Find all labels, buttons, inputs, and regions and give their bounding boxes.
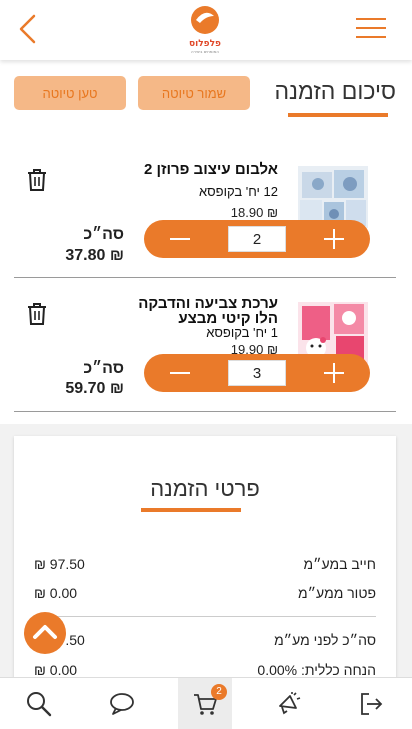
plus-icon[interactable] bbox=[324, 229, 344, 249]
nav-search[interactable] bbox=[12, 678, 66, 729]
product-pack-size: 12 יח' בקופסא bbox=[198, 184, 278, 199]
chat-icon bbox=[110, 693, 134, 715]
detail-label: פטור ממע״מ bbox=[298, 585, 376, 601]
product-image[interactable] bbox=[298, 166, 368, 228]
product-unit-price: ₪ 18.90 bbox=[230, 205, 278, 220]
load-draft-button[interactable]: טען טיוטה bbox=[14, 76, 126, 110]
line-total-value: ₪ 59.70 bbox=[65, 380, 124, 397]
back-button[interactable] bbox=[16, 14, 40, 44]
page-title: סיכום הזמנה bbox=[274, 78, 396, 104]
detail-label: סה״כ לפני מע״מ bbox=[274, 632, 376, 648]
quantity-stepper bbox=[144, 220, 370, 258]
cart-item: אלבום עיצוב פרוזן 2 12 יח' בקופסא ₪ 18.9… bbox=[14, 148, 396, 278]
main-content: סיכום הזמנה שמור טיוטה טען טיוטה אלבום ע… bbox=[0, 60, 412, 677]
line-total-label: סה״כ bbox=[83, 360, 124, 377]
order-details-underline bbox=[141, 508, 241, 512]
quantity-stepper bbox=[144, 354, 370, 392]
svg-text:פלפלוס: פלפלוס bbox=[189, 39, 221, 49]
chevron-up-icon bbox=[33, 625, 57, 639]
page-title-area: סיכום הזמנה bbox=[274, 78, 396, 105]
line-total-label: סה״כ bbox=[83, 226, 124, 243]
back-arrow-icon bbox=[19, 14, 36, 44]
menu-icon bbox=[356, 18, 388, 38]
detail-value: ₪ 0.00 bbox=[34, 585, 78, 601]
detail-row: הנחה כללית: 0.00% ₪ 0.00 bbox=[34, 662, 376, 677]
cart-panel: סיכום הזמנה שמור טיוטה טען טיוטה אלבום ע… bbox=[0, 60, 412, 424]
nav-cart[interactable]: 2 bbox=[178, 678, 232, 729]
svg-text:המומחים ביצירה: המומחים ביצירה bbox=[191, 49, 219, 54]
search-icon bbox=[27, 692, 52, 717]
bottom-nav: 2 bbox=[0, 677, 412, 729]
detail-label: חייב במע״מ bbox=[303, 556, 376, 572]
detail-row: חייב במע״מ ₪ 97.50 bbox=[34, 556, 376, 578]
detail-row: סה״כ לפני מע״מ ₪ 97.50 bbox=[34, 632, 376, 654]
cart-item: ערכת צביעה והדבקה הלו קיטי מבצע 1 יח' בק… bbox=[14, 282, 396, 412]
minus-icon[interactable] bbox=[170, 238, 190, 240]
plus-icon[interactable] bbox=[324, 363, 344, 383]
nav-chat[interactable] bbox=[95, 678, 149, 729]
delete-item-button[interactable] bbox=[26, 302, 48, 326]
cart-count-badge: 2 bbox=[211, 684, 227, 700]
scroll-top-button[interactable] bbox=[24, 612, 66, 654]
megaphone-icon bbox=[279, 692, 301, 715]
detail-row: פטור ממע״מ ₪ 0.00 bbox=[34, 585, 376, 607]
delete-item-button[interactable] bbox=[26, 168, 48, 192]
product-name: ערכת צביעה והדבקה הלו קיטי מבצע bbox=[138, 295, 278, 327]
nav-promotions[interactable] bbox=[261, 678, 315, 729]
product-pack-size: 1 יח' בקופסא bbox=[206, 325, 278, 340]
logout-icon bbox=[361, 693, 383, 715]
trash-icon bbox=[28, 303, 46, 325]
product-name: אלבום עיצוב פרוזן 2 bbox=[144, 161, 278, 178]
detail-label: הנחה כללית: 0.00% bbox=[257, 662, 376, 677]
save-draft-button[interactable]: שמור טיוטה bbox=[138, 76, 250, 110]
detail-value: ₪ 97.50 bbox=[34, 556, 85, 572]
trash-icon bbox=[28, 169, 46, 191]
minus-icon[interactable] bbox=[170, 372, 190, 374]
brand-logo: פלפלוס המומחים ביצירה bbox=[186, 4, 224, 54]
order-details-title: פרטי הזמנה bbox=[150, 476, 260, 501]
detail-value: ₪ 0.00 bbox=[34, 662, 78, 677]
nav-logout[interactable] bbox=[344, 678, 398, 729]
menu-button[interactable] bbox=[356, 18, 388, 40]
line-total-value: ₪ 37.80 bbox=[65, 247, 124, 264]
quantity-input[interactable] bbox=[228, 226, 286, 252]
order-details-card: פרטי הזמנה חייב במע״מ ₪ 97.50 פטור ממע״מ… bbox=[14, 436, 396, 677]
detail-separator bbox=[34, 616, 376, 617]
app-header: פלפלוס המומחים ביצירה bbox=[0, 0, 412, 60]
quantity-input[interactable] bbox=[228, 360, 286, 386]
title-underline bbox=[288, 113, 388, 117]
